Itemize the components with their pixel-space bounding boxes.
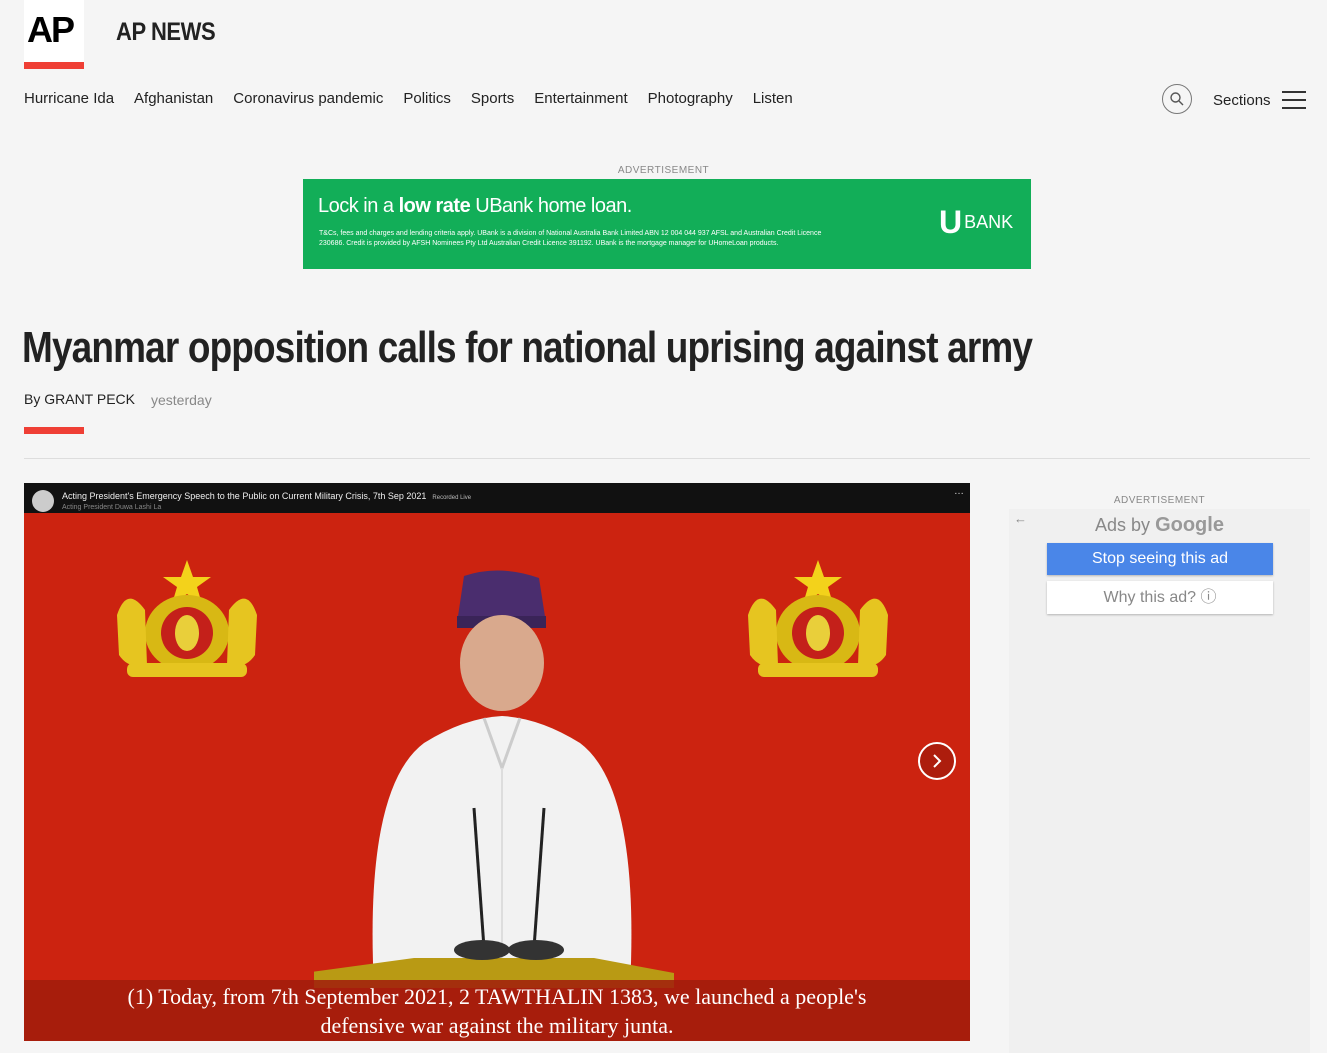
video-subtitle: (1) Today, from 7th September 2021, 2 TA…: [24, 982, 970, 1040]
hamburger-menu-icon[interactable]: [1282, 91, 1306, 109]
nav-item-politics[interactable]: Politics: [403, 90, 451, 107]
site-header: AP AP NEWS Hurricane Ida Afghanistan Cor…: [24, 0, 1314, 130]
section-divider: [24, 458, 1310, 459]
title-accent-bar: [24, 427, 84, 434]
advertisement-label: ADVERTISEMENT: [617, 165, 710, 176]
logo-accent-bar: [24, 62, 84, 69]
speaker-figure: [314, 570, 674, 988]
why-this-ad-button[interactable]: Why this ad? ⓘ: [1047, 581, 1273, 614]
ads-by-google: Ads by Google: [1009, 514, 1310, 537]
main-nav: Hurricane Ida Afghanistan Coronavirus pa…: [24, 90, 793, 107]
nav-item-entertainment[interactable]: Entertainment: [534, 90, 627, 107]
ap-logo[interactable]: AP: [24, 0, 84, 69]
banner-ad[interactable]: Lock in a low rate UBank home loan. T&Cs…: [303, 179, 1031, 269]
channel-avatar: [32, 490, 54, 512]
side-ad: ← Ads by Google Stop seeing this ad Why …: [1009, 509, 1310, 1053]
lead-video[interactable]: Acting President's Emergency Speech to t…: [24, 483, 970, 1041]
google-wordmark: Google: [1155, 514, 1224, 536]
video-channel: Acting President Duwa Lashi La: [62, 504, 162, 511]
state-emblem-icon: [748, 560, 888, 677]
video-tag: Recorded Live: [432, 495, 472, 501]
ad-headline-bold: low rate: [398, 195, 471, 217]
article-byline[interactable]: By GRANT PECK: [24, 391, 135, 407]
more-options-icon[interactable]: …: [954, 486, 964, 497]
nav-item-listen[interactable]: Listen: [753, 90, 793, 107]
ubank-logo-text: BANK: [964, 211, 1014, 232]
side-advertisement-label: ADVERTISEMENT: [1113, 495, 1206, 506]
ad-headline-pre: Lock in a: [318, 195, 399, 217]
ad-fine-print: T&Cs, fees and charges and lending crite…: [319, 230, 822, 247]
nav-item-sports[interactable]: Sports: [471, 90, 514, 107]
ad-headline-post: UBank home loan.: [470, 195, 632, 217]
nav-item-hurricane-ida[interactable]: Hurricane Ida: [24, 90, 114, 107]
search-button[interactable]: [1162, 84, 1192, 114]
ap-logo-text: AP: [27, 9, 75, 50]
state-emblem-icon: [117, 560, 257, 677]
ubank-logo: U BANK: [939, 204, 1014, 240]
ads-by-text: Ads by: [1095, 515, 1156, 535]
subtitle-line-1: (1) Today, from 7th September 2021, 2 TA…: [127, 984, 867, 1009]
nav-item-coronavirus[interactable]: Coronavirus pandemic: [233, 90, 383, 107]
nav-item-afghanistan[interactable]: Afghanistan: [134, 90, 213, 107]
search-icon: [1170, 92, 1184, 106]
article-title: Myanmar opposition calls for national up…: [22, 323, 1033, 372]
ad-headline: Lock in a low rate UBank home loan.: [318, 195, 632, 218]
next-slide-button[interactable]: [918, 742, 956, 780]
video-title-text: Acting President's Emergency Speech to t…: [62, 491, 427, 501]
subtitle-line-2: defensive war against the military junta…: [320, 1013, 674, 1038]
stop-seeing-ad-button[interactable]: Stop seeing this ad: [1047, 543, 1273, 575]
brand-name[interactable]: AP NEWS: [116, 18, 216, 47]
ubank-logo-u: U: [939, 204, 963, 240]
sections-button[interactable]: Sections: [1213, 92, 1271, 109]
chevron-right-icon: [933, 754, 942, 768]
video-title: Acting President's Emergency Speech to t…: [62, 491, 471, 501]
article-timestamp: yesterday: [151, 392, 212, 408]
video-topbar: Acting President's Emergency Speech to t…: [24, 483, 970, 513]
nav-item-photography[interactable]: Photography: [648, 90, 733, 107]
